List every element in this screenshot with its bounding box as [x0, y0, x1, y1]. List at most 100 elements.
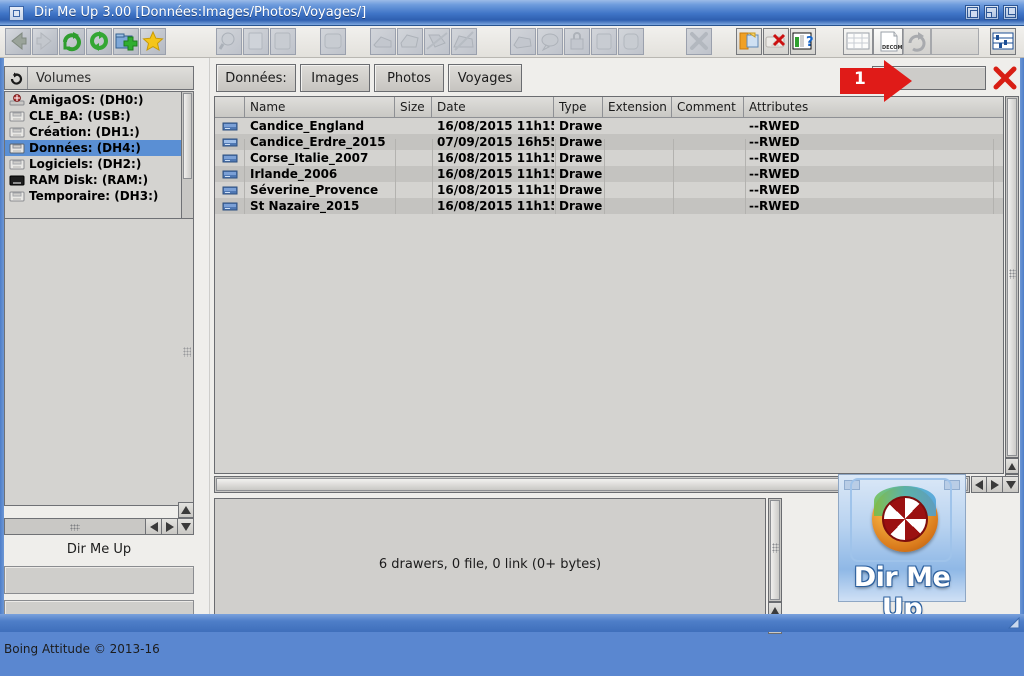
file-list-vertical-scrollbar[interactable]	[1005, 96, 1019, 458]
preferences-button[interactable]	[990, 28, 1016, 55]
cell-name: St Nazaire_2015	[250, 199, 360, 213]
info-button[interactable]	[537, 28, 563, 55]
info-field-1[interactable]	[4, 566, 194, 594]
delete-button[interactable]	[686, 28, 712, 55]
volumes-horizontal-scrollbar[interactable]	[4, 518, 194, 535]
volume-item-temporaire[interactable]: Temporaire: (DH3:)	[5, 188, 181, 204]
back-button[interactable]	[5, 28, 31, 55]
path-tab-donnees[interactable]: Données:	[216, 64, 296, 92]
file-scroll-up-button[interactable]	[1005, 458, 1019, 474]
ram-disk-icon	[9, 174, 25, 186]
cell-size	[395, 198, 432, 214]
title-bar[interactable]: Dir Me Up 3.00 [Données:Images/Photos/Vo…	[0, 0, 1024, 26]
table-row[interactable]: Candice_Erdre_2015 07/09/2015 16h55 Draw…	[215, 134, 1003, 150]
search-button[interactable]	[216, 28, 242, 55]
file-list-horizontal-scroll-arrows	[971, 476, 1019, 493]
volume-label: Création: (DH1:)	[29, 125, 140, 139]
cell-comment	[672, 118, 744, 134]
column-header-type[interactable]: Type	[554, 97, 603, 117]
cut-button[interactable]	[370, 28, 396, 55]
comment-button[interactable]	[510, 28, 536, 55]
scrollbar-thumb[interactable]	[183, 93, 192, 179]
thumbnail-view-button[interactable]	[843, 28, 873, 55]
move-button[interactable]	[270, 28, 296, 55]
file-list[interactable]: Name Size Date Type Extension Comment At…	[214, 96, 1004, 474]
window-buttons	[965, 5, 1018, 20]
help-button[interactable]: ?	[790, 28, 816, 55]
column-header-icon[interactable]	[215, 97, 245, 117]
volumes-vertical-scrollbar[interactable]	[181, 91, 194, 219]
volume-item-creation[interactable]: Création: (DH1:)	[5, 124, 181, 140]
refresh-all-button[interactable]	[86, 28, 112, 55]
toolbar-group-actions: ?	[736, 28, 816, 55]
table-row[interactable]: Corse_Italie_2007 16/08/2015 11h15 Drawe…	[215, 150, 1003, 166]
unarchive-button[interactable]	[763, 28, 789, 55]
cell-name: Irlande_2006	[250, 167, 338, 181]
disk-icon	[9, 158, 25, 170]
forward-button[interactable]	[32, 28, 58, 55]
path-tab-photos[interactable]: Photos	[374, 64, 444, 92]
column-header-date[interactable]: Date	[432, 97, 554, 117]
zoom-level-display[interactable]	[931, 28, 979, 55]
archive-button[interactable]	[451, 28, 477, 55]
path-tab-voyages[interactable]: Voyages	[448, 64, 522, 92]
scrollbar-grip-dots	[183, 347, 191, 357]
shrink-icon[interactable]	[965, 5, 980, 20]
cell-extension	[603, 150, 672, 166]
resize-grip-icon[interactable]	[1006, 616, 1020, 629]
volume-item-amigaos[interactable]: AmigaOS: (DH0:)	[5, 92, 181, 108]
cell-type: Drawer	[559, 167, 603, 181]
volume-item-logiciels[interactable]: Logiciels: (DH2:)	[5, 156, 181, 172]
refresh-button[interactable]	[59, 28, 85, 55]
main-panel: Données: Images Photos Voyages Name Size…	[214, 62, 1020, 634]
paste-button[interactable]	[397, 28, 423, 55]
cell-date: 16/08/2015 11h15	[437, 199, 554, 213]
status-vertical-scrollbar[interactable]	[768, 498, 782, 602]
cell-type: Drawer	[559, 199, 603, 213]
link-button[interactable]	[424, 28, 450, 55]
system-menu-icon[interactable]	[9, 6, 24, 21]
table-row[interactable]: St Nazaire_2015 16/08/2015 11h15 Drawer …	[215, 198, 1003, 214]
rename-button[interactable]	[320, 28, 346, 55]
column-header-comment[interactable]: Comment	[672, 97, 744, 117]
volumes-scroll-down-button[interactable]	[178, 518, 194, 535]
depth-icon[interactable]	[1003, 5, 1018, 20]
volume-item-donnees[interactable]: Données: (DH4:)	[5, 140, 181, 156]
path-tab-images[interactable]: Images	[300, 64, 370, 92]
volumes-header[interactable]: Volumes	[4, 66, 194, 90]
copy-button[interactable]	[243, 28, 269, 55]
column-header-name[interactable]: Name	[245, 97, 395, 117]
cell-attributes: --RWED	[749, 119, 800, 133]
table-row[interactable]: Séverine_Provence 16/08/2015 11h15 Drawe…	[215, 182, 1003, 198]
favourite-button[interactable]	[140, 28, 166, 55]
decomp-button[interactable]: DECOMP	[873, 28, 903, 55]
new-drawer-button[interactable]	[113, 28, 139, 55]
zoom-icon[interactable]	[984, 5, 999, 20]
protect-button[interactable]	[591, 28, 617, 55]
column-header-size[interactable]: Size	[395, 97, 432, 117]
cell-attributes: --RWED	[749, 183, 800, 197]
app-logo[interactable]: Dir Me Up	[838, 474, 966, 624]
table-row[interactable]: Irlande_2006 16/08/2015 11h15 Drawer --R…	[215, 166, 1003, 182]
lock-button[interactable]	[564, 28, 590, 55]
execute-button[interactable]	[736, 28, 762, 55]
rotate-button[interactable]	[903, 28, 931, 55]
volume-item-ram-disk[interactable]: RAM Disk: (RAM:)	[5, 172, 181, 188]
column-header-extension[interactable]: Extension	[603, 97, 672, 117]
scroll-right-button[interactable]	[162, 518, 178, 535]
properties-button[interactable]	[618, 28, 644, 55]
volume-item-cle-ba[interactable]: CLE_BA: (USB:)	[5, 108, 181, 124]
file-scroll-page-button[interactable]	[1003, 476, 1019, 493]
scrollbar-track[interactable]	[4, 518, 146, 535]
refresh-volumes-icon[interactable]	[5, 67, 28, 89]
close-tab-button[interactable]	[990, 63, 1020, 93]
scroll-left-button[interactable]	[146, 518, 162, 535]
volumes-scroll-up-button[interactable]	[178, 502, 194, 518]
triangle-right-icon	[990, 479, 999, 490]
annotation-number: 1	[854, 69, 866, 89]
file-scroll-right-button[interactable]	[987, 476, 1003, 493]
file-scroll-left-button[interactable]	[971, 476, 987, 493]
table-row[interactable]: Candice_England 16/08/2015 11h15 Drawer …	[215, 118, 1003, 134]
dir-me-up-window: Dir Me Up 3.00 [Données:Images/Photos/Vo…	[0, 0, 1024, 656]
volumes-list[interactable]: AmigaOS: (DH0:) CLE_BA: (USB:) Création:…	[4, 91, 181, 219]
